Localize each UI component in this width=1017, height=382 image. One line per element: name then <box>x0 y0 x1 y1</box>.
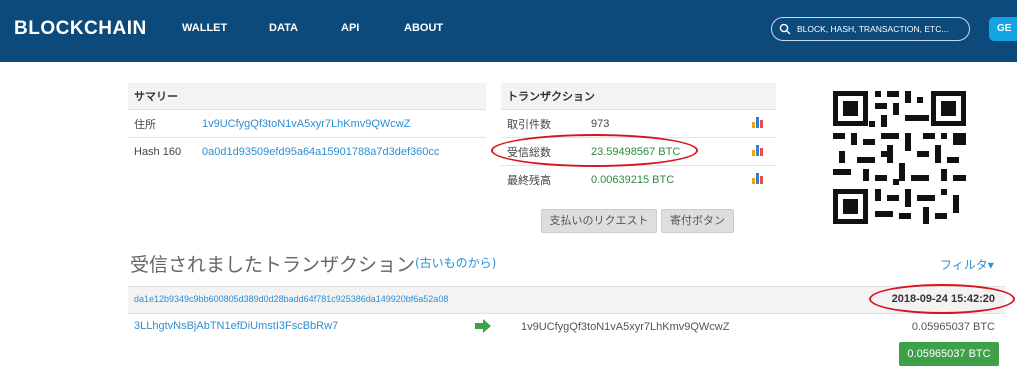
search-icon <box>779 23 791 35</box>
received-transactions-title: 受信されましたトランザクション <box>130 254 416 276</box>
final-balance-value: 0.00639215 BTC <box>585 165 746 193</box>
transaction-date: 2018-09-24 15:42:20 <box>891 293 995 305</box>
bar-chart-icon <box>752 144 763 156</box>
arrow-right-icon <box>475 319 491 333</box>
final-balance-label: 最終残高 <box>501 165 585 193</box>
transaction-row: 3LLhgtvNsBjAbTN1efDiUmstI3FscBbRw7 1v9UC… <box>128 313 1005 340</box>
qr-code <box>833 91 966 224</box>
search-input[interactable]: BLOCK, HASH, TRANSACTION, ETC... <box>771 17 970 41</box>
hash160-value[interactable]: 0a0d1d93509efd95a64a15901788a7d3def360cc <box>196 137 486 165</box>
summary-table: サマリー 住所 1v9UCfygQf3toN1vA5xyr7LhKmv9QWcw… <box>128 83 486 165</box>
bar-chart-icon <box>752 172 763 184</box>
request-payment-button[interactable]: 支払いのリクエスト <box>541 209 657 233</box>
total-received-chart[interactable] <box>746 137 776 166</box>
donate-button[interactable]: 寄付ボタン <box>661 209 734 233</box>
transaction-header: da1e12b9349c9bb600805d389d0d28badd64f781… <box>128 286 1005 313</box>
nav-wallet[interactable]: WALLET <box>182 22 227 34</box>
transaction-hash-link[interactable]: da1e12b9349c9bb600805d389d0d28badd64f781… <box>134 294 448 304</box>
final-balance-chart[interactable] <box>746 165 776 193</box>
total-received-label: 受信総数 <box>501 137 585 166</box>
to-address: 1v9UCfygQf3toN1vA5xyr7LhKmv9QWcwZ <box>521 321 730 333</box>
get-wallet-button[interactable]: GE <box>989 17 1017 41</box>
top-navbar: BLOCKCHAIN WALLET DATA API ABOUT BLOCK, … <box>0 0 1017 62</box>
transaction-total-button[interactable]: 0.05965037 BTC <box>899 342 999 366</box>
bar-chart-icon <box>752 116 763 128</box>
search-placeholder: BLOCK, HASH, TRANSACTION, ETC... <box>797 24 949 34</box>
filter-dropdown[interactable]: フィルタ▾ <box>940 256 994 273</box>
address-value[interactable]: 1v9UCfygQf3toN1vA5xyr7LhKmv9QWcwZ <box>196 109 486 138</box>
tx-count-chart[interactable] <box>746 109 776 138</box>
transactions-title: トランザクション <box>501 83 776 110</box>
nav-about[interactable]: ABOUT <box>404 22 443 34</box>
tx-count-label: 取引件数 <box>501 109 585 138</box>
transactions-table: トランザクション 取引件数 973 受信総数 23.59498567 BTC 最… <box>501 83 776 193</box>
logo[interactable]: BLOCKCHAIN <box>14 18 147 40</box>
nav-api[interactable]: API <box>341 22 359 34</box>
address-label: 住所 <box>128 109 196 138</box>
oldest-first-link[interactable]: (古いものから) <box>415 254 496 271</box>
get-wallet-label: GE <box>997 23 1012 34</box>
summary-title: サマリー <box>128 83 486 110</box>
hash160-label: Hash 160 <box>128 137 196 165</box>
total-received-value: 23.59498567 BTC <box>585 137 746 166</box>
nav-data[interactable]: DATA <box>269 22 298 34</box>
tx-count-value: 973 <box>585 109 746 138</box>
from-address-link[interactable]: 3LLhgtvNsBjAbTN1efDiUmstI3FscBbRw7 <box>134 320 338 332</box>
output-amount: 0.05965037 BTC <box>911 321 995 333</box>
